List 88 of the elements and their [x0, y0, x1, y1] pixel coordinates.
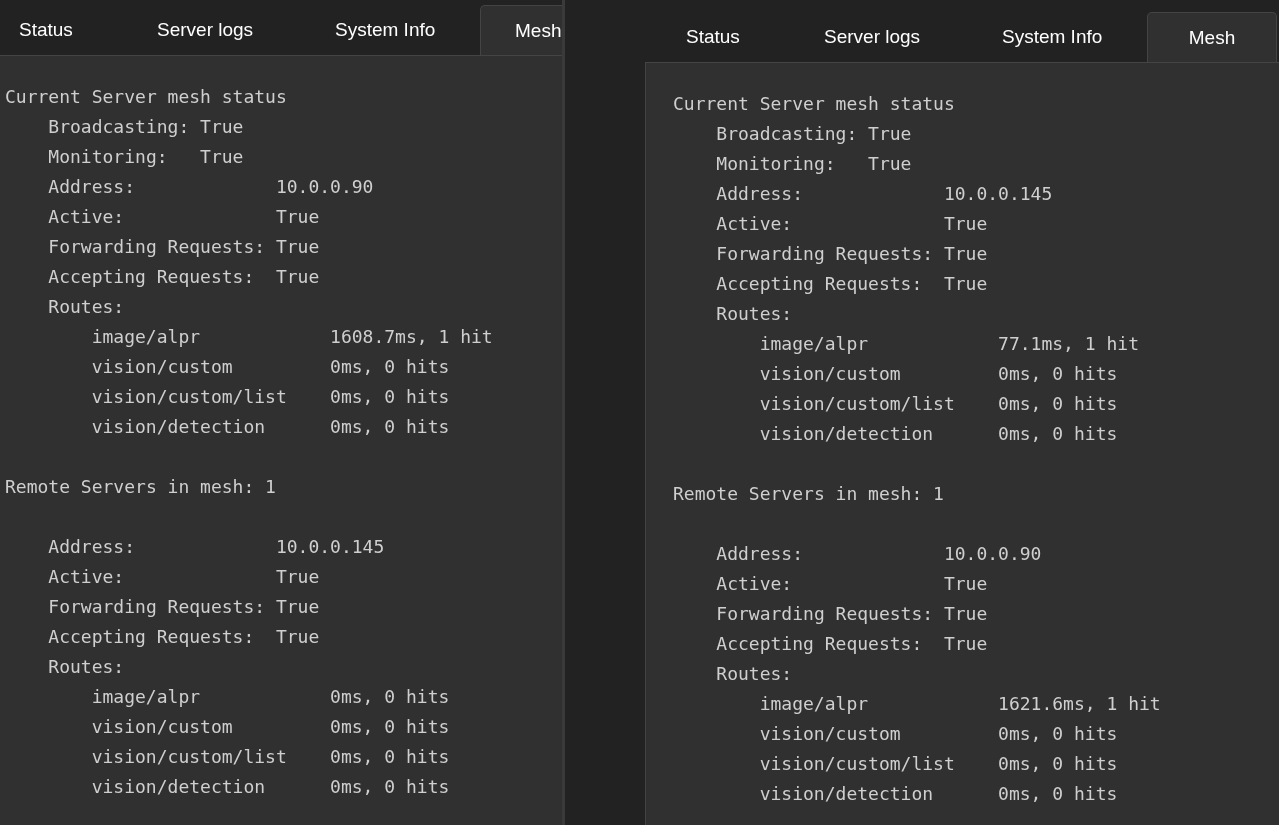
field-value: True [943, 572, 988, 596]
route-stats: 0ms, 0 hits [998, 422, 1118, 446]
field-label: Address: [48, 175, 137, 199]
field-label: Forwarding Requests: [48, 595, 267, 619]
field-label: Address: [716, 542, 805, 566]
field-value: 10.0.0.145 [275, 535, 385, 559]
route-name: vision/custom/list [759, 392, 956, 416]
field-value: True [275, 625, 320, 649]
route-stats: 0ms, 0 hits [330, 415, 450, 439]
route-stats: 0ms, 0 hits [330, 385, 450, 409]
route-stats: 0ms, 0 hits [998, 782, 1118, 806]
field-value: True [200, 115, 244, 139]
field-label: Accepting Requests: [48, 265, 256, 289]
field-label: Accepting Requests: [716, 632, 924, 656]
field-label: Monitoring: [716, 152, 837, 176]
route-name: vision/custom [91, 355, 234, 379]
route-name: image/alpr [91, 325, 202, 349]
route-name: image/alpr [759, 692, 870, 716]
field-label: Broadcasting: [48, 115, 191, 139]
field-label: Address: [716, 182, 805, 206]
field-value: True [275, 235, 320, 259]
section-title: Current Server mesh status [5, 85, 287, 109]
route-stats: 0ms, 0 hits [998, 752, 1118, 776]
field-label: Routes: [716, 662, 793, 686]
field-value: True [868, 122, 912, 146]
field-label: Forwarding Requests: [48, 235, 267, 259]
route-name: vision/custom [91, 715, 234, 739]
route-name: vision/custom/list [759, 752, 956, 776]
section-title: Remote Servers in mesh: 1 [673, 482, 944, 506]
route-stats: 0ms, 0 hits [998, 722, 1118, 746]
field-value: True [275, 595, 320, 619]
tab[interactable]: System Info [983, 12, 1147, 62]
field-label: Broadcasting: [716, 122, 859, 146]
route-name: vision/detection [759, 782, 935, 806]
route-name: vision/detection [759, 422, 935, 446]
field-value: True [868, 152, 912, 176]
field-label: Routes: [48, 295, 125, 319]
route-stats: 77.1ms, 1 hit [998, 332, 1139, 356]
route-name: image/alpr [759, 332, 870, 356]
tab[interactable]: Server logs [138, 5, 316, 55]
field-value: True [943, 632, 988, 656]
field-value: True [275, 205, 320, 229]
tab[interactable]: Status [0, 5, 138, 55]
field-label: Address: [48, 535, 137, 559]
route-name: vision/custom/list [91, 385, 288, 409]
field-label: Active: [716, 212, 794, 236]
route-stats: 0ms, 0 hits [330, 775, 450, 799]
route-stats: 0ms, 0 hits [330, 715, 450, 739]
route-stats: 1621.6ms, 1 hit [998, 692, 1161, 716]
field-value: True [275, 265, 320, 289]
field-label: Active: [48, 205, 126, 229]
route-name: vision/detection [91, 415, 267, 439]
tab[interactable]: Mesh [480, 5, 562, 55]
route-name: vision/detection [91, 775, 267, 799]
field-value: True [943, 242, 988, 266]
field-value: True [200, 145, 244, 169]
section-title: Remote Servers in mesh: 1 [5, 475, 276, 499]
route-stats: 0ms, 0 hits [330, 355, 450, 379]
field-label: Accepting Requests: [48, 625, 256, 649]
field-label: Accepting Requests: [716, 272, 924, 296]
route-name: image/alpr [91, 685, 202, 709]
field-value: True [943, 272, 988, 296]
route-stats: 0ms, 0 hits [998, 392, 1118, 416]
route-stats: 0ms, 0 hits [330, 745, 450, 769]
tab[interactable]: Server logs [805, 12, 983, 62]
route-name: vision/custom [759, 722, 902, 746]
field-label: Forwarding Requests: [716, 242, 935, 266]
field-label: Routes: [48, 655, 125, 679]
field-label: Monitoring: [48, 145, 169, 169]
field-value: 10.0.0.145 [943, 182, 1053, 206]
section-title: Current Server mesh status [673, 92, 955, 116]
field-value: 10.0.0.90 [275, 175, 374, 199]
route-stats: 0ms, 0 hits [998, 362, 1118, 386]
field-value: True [943, 602, 988, 626]
route-name: vision/custom/list [91, 745, 288, 769]
tab[interactable]: Mesh [1147, 12, 1277, 62]
route-name: vision/custom [759, 362, 902, 386]
route-stats: 1608.7ms, 1 hit [330, 325, 493, 349]
field-label: Active: [716, 572, 794, 596]
tab[interactable]: System Info [316, 5, 480, 55]
route-stats: 0ms, 0 hits [330, 685, 450, 709]
field-value: 10.0.0.90 [943, 542, 1042, 566]
field-label: Routes: [716, 302, 793, 326]
field-value: True [275, 565, 320, 589]
field-value: True [943, 212, 988, 236]
field-label: Active: [48, 565, 126, 589]
field-label: Forwarding Requests: [716, 602, 935, 626]
tab[interactable]: Status [667, 12, 805, 62]
